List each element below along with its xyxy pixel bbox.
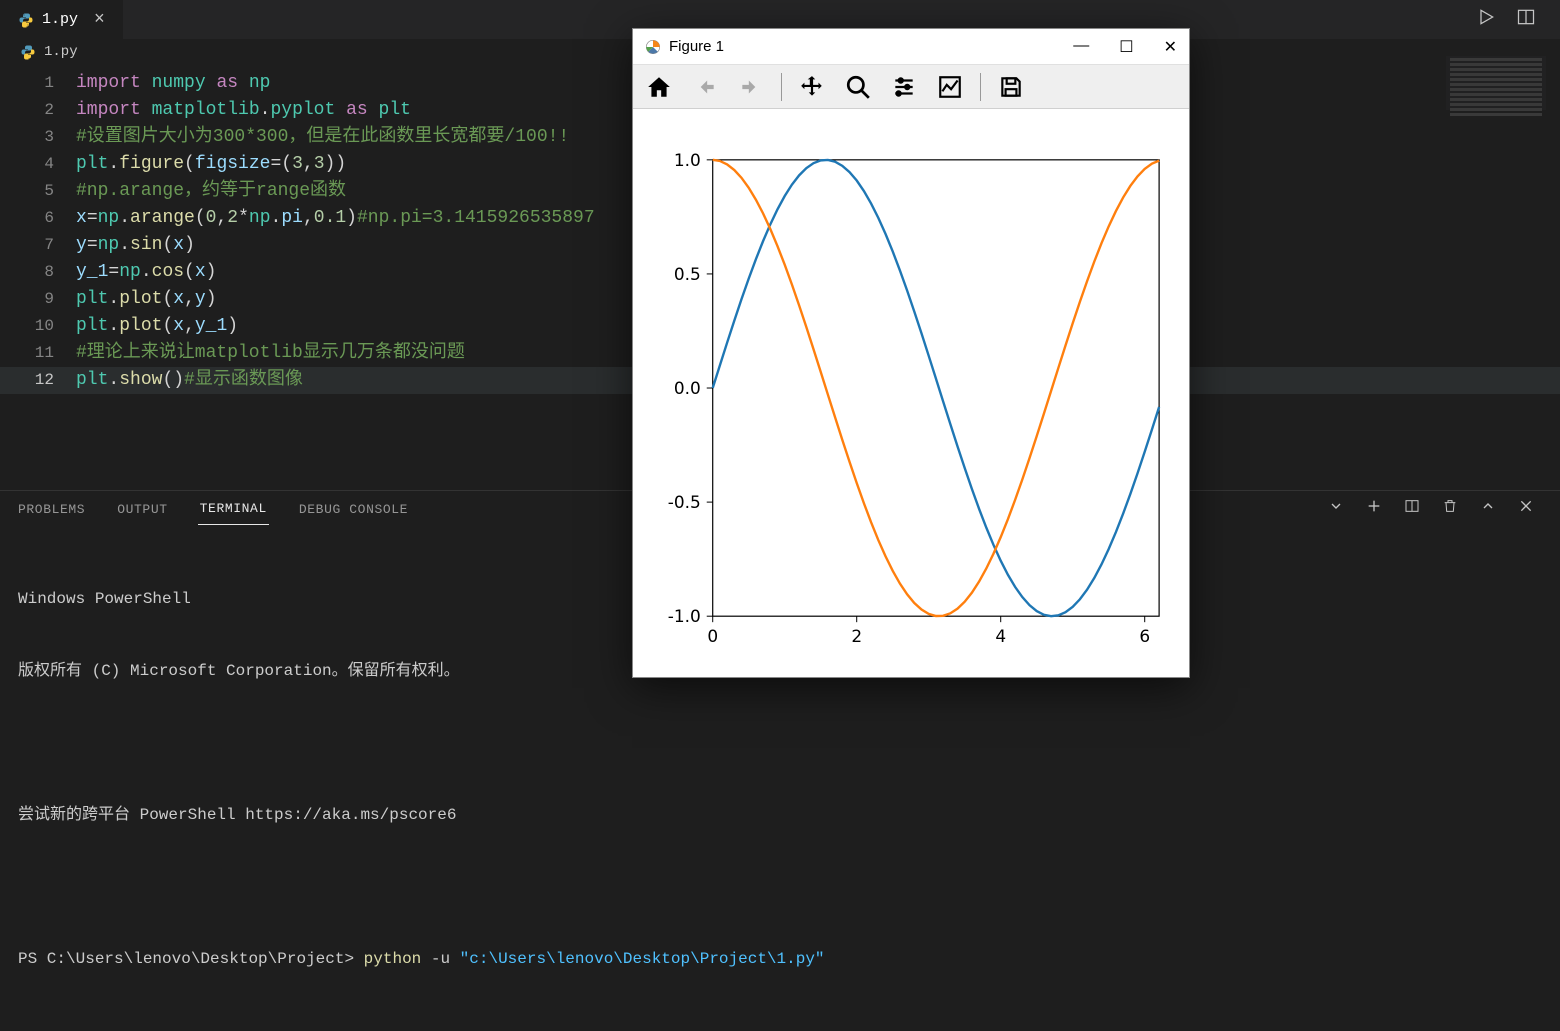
svg-text:4: 4 — [995, 626, 1006, 646]
split-editor-icon[interactable] — [1516, 7, 1536, 32]
line-number: 12 — [0, 367, 76, 394]
terminal-dropdown-icon[interactable] — [1328, 498, 1344, 520]
terminal-prompt: PS C:\Users\lenovo\Desktop\Project> — [18, 950, 364, 968]
minimap[interactable] — [1446, 56, 1546, 110]
panel-maximize-icon[interactable] — [1480, 498, 1496, 520]
python-file-icon — [18, 12, 34, 28]
breadcrumb-filename: 1.py — [44, 44, 78, 60]
line-number: 7 — [0, 232, 76, 259]
svg-text:0.5: 0.5 — [674, 264, 701, 284]
line-number: 8 — [0, 259, 76, 286]
panel-actions — [1328, 498, 1544, 520]
svg-text:-0.5: -0.5 — [668, 492, 701, 512]
svg-text:2: 2 — [851, 626, 862, 646]
python-file-icon — [20, 44, 36, 60]
forward-icon[interactable] — [735, 71, 767, 103]
code-line-content: y_1=np.cos(x) — [76, 259, 216, 286]
editor-tab-1py[interactable]: 1.py × — [0, 0, 123, 40]
line-number: 5 — [0, 178, 76, 205]
code-line-content: x=np.arange(0,2*np.pi,0.1)#np.pi=3.14159… — [76, 205, 595, 232]
terminal-command-line: PS C:\Users\lenovo\Desktop\Project> pyth… — [18, 947, 1542, 971]
svg-text:0: 0 — [707, 626, 718, 646]
figure-plot-area[interactable]: -1.0 -0.5 0.0 0.5 1.0 0 2 4 6 — [633, 109, 1189, 677]
edit-axis-icon[interactable] — [934, 71, 966, 103]
home-icon[interactable] — [643, 71, 675, 103]
tab-filename: 1.py — [42, 11, 78, 28]
editor-title-actions — [1476, 7, 1560, 32]
figure-window-title: Figure 1 — [669, 38, 1073, 55]
svg-text:-1.0: -1.0 — [668, 606, 701, 626]
code-line-content: plt.show()#显示函数图像 — [76, 367, 303, 394]
line-number: 1 — [0, 70, 76, 97]
svg-text:0.0: 0.0 — [674, 378, 701, 398]
terminal-cmd-path: "c:\Users\lenovo\Desktop\Project\1.py" — [460, 950, 825, 968]
panel-tab-problems[interactable]: PROBLEMS — [16, 494, 87, 525]
line-number: 11 — [0, 340, 76, 367]
line-number: 4 — [0, 151, 76, 178]
configure-subplots-icon[interactable] — [888, 71, 920, 103]
svg-text:1.0: 1.0 — [674, 150, 701, 170]
pan-icon[interactable] — [796, 71, 828, 103]
window-close-icon[interactable]: ✕ — [1164, 37, 1177, 57]
run-file-icon[interactable] — [1476, 7, 1496, 32]
code-line-content: plt.plot(x,y) — [76, 286, 217, 313]
code-line-content: plt.plot(x,y_1) — [76, 313, 238, 340]
code-line-content: #设置图片大小为300*300，但是在此函数里长宽都要/100!! — [76, 124, 569, 151]
panel-tab-output[interactable]: OUTPUT — [115, 494, 169, 525]
line-number: 10 — [0, 313, 76, 340]
code-line-content: import numpy as np — [76, 70, 270, 97]
code-line-content: #理论上来说让matplotlib显示几万条都没问题 — [76, 340, 465, 367]
terminal-split-icon[interactable] — [1404, 498, 1420, 520]
zoom-icon[interactable] — [842, 71, 874, 103]
matplotlib-app-icon — [645, 39, 661, 55]
code-line-content: #np.arange，约等于range函数 — [76, 178, 346, 205]
terminal-trash-icon[interactable] — [1442, 498, 1458, 520]
figure-titlebar[interactable]: Figure 1 — ☐ ✕ — [633, 29, 1189, 65]
code-line-content: plt.figure(figsize=(3,3)) — [76, 151, 346, 178]
window-minimize-icon[interactable]: — — [1073, 37, 1089, 57]
figure-toolbar — [633, 65, 1189, 109]
tab-close-icon[interactable]: × — [94, 11, 105, 29]
terminal-add-icon[interactable] — [1366, 498, 1382, 520]
save-figure-icon[interactable] — [995, 71, 1027, 103]
line-number: 6 — [0, 205, 76, 232]
panel-tab-debug[interactable]: DEBUG CONSOLE — [297, 494, 410, 525]
code-line-content: y=np.sin(x) — [76, 232, 195, 259]
window-maximize-icon[interactable]: ☐ — [1119, 37, 1133, 57]
line-number: 9 — [0, 286, 76, 313]
terminal-cmd-flag: -u — [421, 950, 459, 968]
panel-tab-terminal[interactable]: TERMINAL — [198, 493, 269, 525]
panel-close-icon[interactable] — [1518, 498, 1534, 520]
line-number: 3 — [0, 124, 76, 151]
svg-text:6: 6 — [1139, 626, 1150, 646]
matplotlib-figure-window[interactable]: Figure 1 — ☐ ✕ -1.0 -0.5 0.0 0.5 1.0 0 2 4 6 — [632, 28, 1190, 678]
back-icon[interactable] — [689, 71, 721, 103]
line-number: 2 — [0, 97, 76, 124]
terminal-line: 尝试新的跨平台 PowerShell https://aka.ms/pscore… — [18, 803, 1542, 827]
code-line-content: import matplotlib.pyplot as plt — [76, 97, 411, 124]
terminal-cmd-python: python — [364, 950, 422, 968]
